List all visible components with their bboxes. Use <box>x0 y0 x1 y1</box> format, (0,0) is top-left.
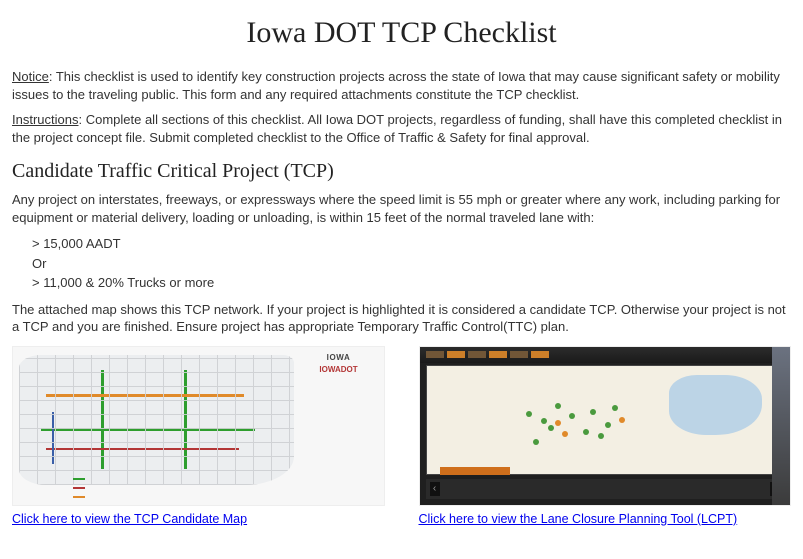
app-window: IOWADOT <box>420 347 791 505</box>
map-marker-icon <box>590 409 596 415</box>
map-marker-icon <box>548 425 554 431</box>
instructions-label: Instructions <box>12 112 78 127</box>
topbar-chip-icon <box>447 351 465 358</box>
topbar-chip-icon <box>510 351 528 358</box>
route-line-icon <box>101 370 104 469</box>
criteria-line-3: > 11,000 & 20% Trucks or more <box>32 273 791 293</box>
route-line-icon <box>184 370 187 469</box>
iowadot-logo-icon: IOWADOT <box>300 365 378 374</box>
map-marker-icon <box>541 418 547 424</box>
chevron-left-icon: ‹ <box>430 482 440 496</box>
topbar-chip-icon <box>468 351 486 358</box>
topbar-chip-icon <box>489 351 507 358</box>
legend-entry <box>73 492 88 501</box>
status-bar-icon <box>440 467 510 475</box>
lcpt-tool-link[interactable]: Click here to view the Lane Closure Plan… <box>419 512 738 526</box>
legend-entry <box>73 483 88 492</box>
criteria-block: > 15,000 AADT Or > 11,000 & 20% Trucks o… <box>32 234 791 293</box>
tcp-candidate-map-link[interactable]: Click here to view the TCP Candidate Map <box>12 512 247 526</box>
side-photo-icon <box>772 347 790 505</box>
maps-row: IOWA IOWADOT Click here to view the TCP … <box>12 346 791 526</box>
route-line-icon <box>46 448 238 450</box>
map-marker-icon <box>605 422 611 428</box>
iowa-map-shape <box>19 355 294 485</box>
legend-entry <box>73 474 88 483</box>
app-bottombar: ‹ › <box>426 479 785 499</box>
tcp-candidate-map-thumbnail: IOWA IOWADOT <box>12 346 385 506</box>
topbar-chip-icon <box>426 351 444 358</box>
map-legend-lines <box>73 474 88 501</box>
section-heading: Candidate Traffic Critical Project (TCP) <box>12 160 791 183</box>
map-marker-icon <box>569 413 575 419</box>
lcpt-tool-thumbnail: IOWADOT <box>419 346 792 506</box>
map-marker-icon <box>598 433 604 439</box>
page-title: Iowa DOT TCP Checklist <box>12 16 791 50</box>
notice-text: : This checklist is used to identify key… <box>12 69 780 102</box>
map-right-block: IOWADOT <box>419 346 792 526</box>
legend-state: IOWA <box>300 353 378 362</box>
route-line-icon <box>41 428 255 431</box>
map-marker-icon <box>526 411 532 417</box>
topbar-chip-icon <box>531 351 549 358</box>
section-intro: Any project on interstates, freeways, or… <box>12 191 791 226</box>
app-topbar <box>420 347 791 363</box>
map-legend: IOWA IOWADOT <box>300 353 378 374</box>
route-line-icon <box>52 412 54 464</box>
criteria-line-2: Or <box>32 254 791 274</box>
map-marker-icon <box>583 429 589 435</box>
map-marker-icon <box>612 405 618 411</box>
map-marker-icon <box>555 420 561 426</box>
lakes-shape-icon <box>669 375 762 435</box>
criteria-line-1: > 15,000 AADT <box>32 234 791 254</box>
map-marker-icon <box>619 417 625 423</box>
map-marker-icon <box>533 439 539 445</box>
map-left-block: IOWA IOWADOT Click here to view the TCP … <box>12 346 385 526</box>
notice-label: Notice <box>12 69 49 84</box>
app-map-canvas <box>426 365 785 475</box>
notice-paragraph: Notice: This checklist is used to identi… <box>12 68 791 103</box>
map-note: The attached map shows this TCP network.… <box>12 301 791 336</box>
instructions-text: : Complete all sections of this checklis… <box>12 112 782 145</box>
instructions-paragraph: Instructions: Complete all sections of t… <box>12 111 791 146</box>
route-line-icon <box>46 394 244 397</box>
map-marker-icon <box>562 431 568 437</box>
map-marker-icon <box>555 403 561 409</box>
